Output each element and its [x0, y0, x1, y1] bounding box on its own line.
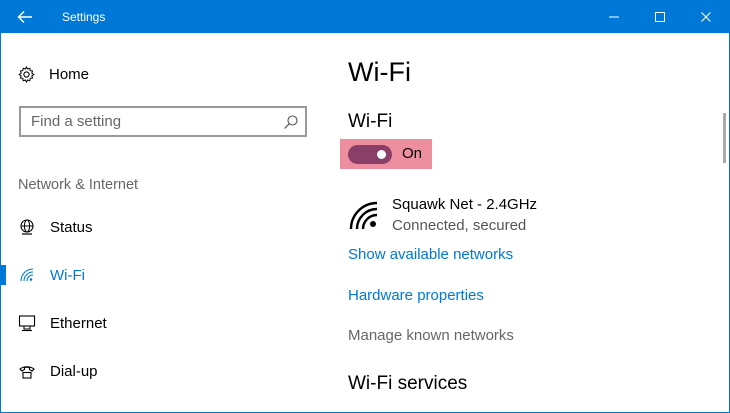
selection-indicator: [1, 265, 6, 285]
sidebar-item-status[interactable]: Status: [1, 207, 331, 247]
toggle-knob: [377, 150, 386, 159]
wifi-toggle-switch[interactable]: [348, 145, 392, 164]
maximize-button[interactable]: [637, 1, 683, 33]
sidebar-item-label: Status: [50, 218, 93, 236]
search-input[interactable]: [21, 108, 271, 135]
settings-window: Settings Home Network & Internet: [0, 0, 730, 413]
hardware-properties-link[interactable]: Hardware properties: [348, 287, 484, 304]
ethernet-icon: [18, 315, 36, 332]
sidebar-item-label: Ethernet: [50, 314, 107, 332]
sidebar-item-dialup[interactable]: Dial-up: [1, 351, 331, 391]
back-arrow-icon: [17, 11, 32, 23]
sidebar: Home Network & Internet Status: [1, 33, 331, 412]
dialup-icon: [19, 366, 35, 379]
minimize-button[interactable]: [591, 1, 637, 33]
sidebar-item-ethernet[interactable]: Ethernet: [1, 303, 331, 343]
manage-known-networks-link[interactable]: Manage known networks: [348, 327, 514, 344]
page-title: Wi-Fi: [348, 57, 411, 87]
network-name[interactable]: Squawk Net - 2.4GHz: [392, 196, 537, 213]
search-box[interactable]: [19, 106, 307, 137]
show-available-networks-link[interactable]: Show available networks: [348, 246, 513, 263]
title-bar: Settings: [1, 1, 729, 33]
wifi-services-heading: Wi-Fi services: [348, 373, 468, 394]
minimize-icon: [609, 16, 619, 18]
sidebar-item-label: Wi-Fi: [50, 266, 85, 284]
back-button[interactable]: [1, 1, 49, 33]
home-nav-item[interactable]: Home: [18, 63, 89, 85]
scroll-thumb[interactable]: [723, 113, 726, 163]
scrollbar[interactable]: [721, 33, 729, 412]
home-label: Home: [49, 65, 90, 83]
search-icon[interactable]: [283, 114, 299, 130]
sidebar-item-label: Dial-up: [50, 362, 98, 380]
toggle-state-label: On: [402, 145, 423, 162]
wifi-toggle-heading: Wi-Fi: [348, 111, 393, 132]
wifi-toggle-highlight: On: [340, 139, 432, 169]
sidebar-item-wifi[interactable]: Wi-Fi: [1, 255, 331, 295]
gear-icon: [18, 65, 35, 83]
section-heading: Network & Internet: [18, 177, 139, 193]
close-icon: [701, 12, 711, 22]
network-status: Connected, secured: [392, 217, 527, 234]
main-content: Wi-Fi Wi-Fi On Squawk Net - 2.4GHz Conne…: [331, 33, 721, 412]
wifi-icon: [20, 268, 34, 282]
globe-status-icon: [20, 219, 34, 235]
window-title: Settings: [62, 10, 106, 24]
close-button[interactable]: [683, 1, 729, 33]
wifi-signal-icon: [349, 201, 378, 230]
maximize-icon: [655, 12, 665, 22]
